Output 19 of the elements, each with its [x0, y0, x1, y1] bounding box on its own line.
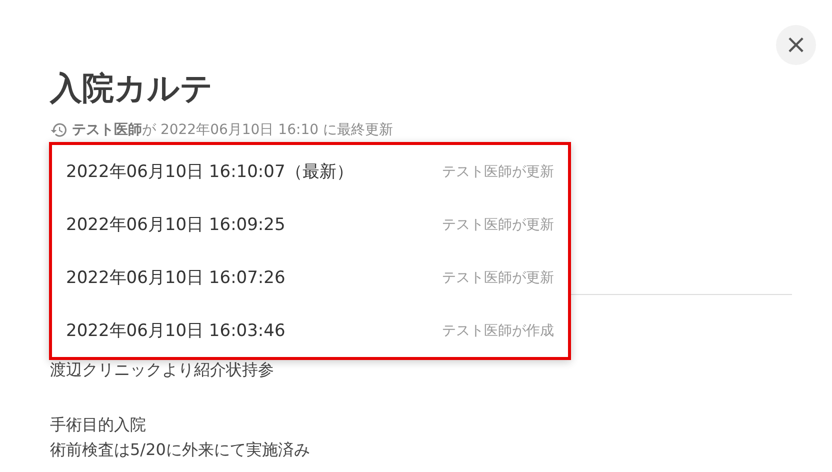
- history-item[interactable]: 2022年06月10日 16:07:26 テスト医師が更新: [52, 251, 568, 304]
- history-timestamp: 2022年06月10日 16:07:26: [66, 267, 286, 289]
- history-timestamp: 2022年06月10日 16:09:25: [66, 214, 286, 236]
- history-item[interactable]: 2022年06月10日 16:09:25 テスト医師が更新: [52, 198, 568, 251]
- note-text-line: 渡辺クリニックより紹介状持参: [50, 359, 274, 381]
- note-text-line: 手術目的入院: [50, 414, 146, 436]
- history-item[interactable]: 2022年06月10日 16:03:46 テスト医師が作成: [52, 304, 568, 357]
- history-icon: [50, 121, 68, 139]
- history-action: テスト医師が更新: [442, 162, 554, 180]
- last-updated-text: テスト医師が 2022年06月10日 16:10 に最終更新: [72, 121, 393, 139]
- history-timestamp: 2022年06月10日 16:03:46: [66, 320, 286, 342]
- history-action: テスト医師が更新: [442, 216, 554, 234]
- history-action: テスト医師が更新: [442, 268, 554, 286]
- history-action: テスト医師が作成: [442, 322, 554, 340]
- close-button[interactable]: ×: [776, 25, 816, 65]
- page-title: 入院カルテ: [50, 68, 214, 108]
- note-text-line: 術前検査は5/20に外来にて実施済み: [50, 439, 310, 461]
- history-item[interactable]: 2022年06月10日 16:10:07（最新） テスト医師が更新: [52, 145, 568, 198]
- history-timestamp: 2022年06月10日 16:10:07（最新）: [66, 161, 354, 183]
